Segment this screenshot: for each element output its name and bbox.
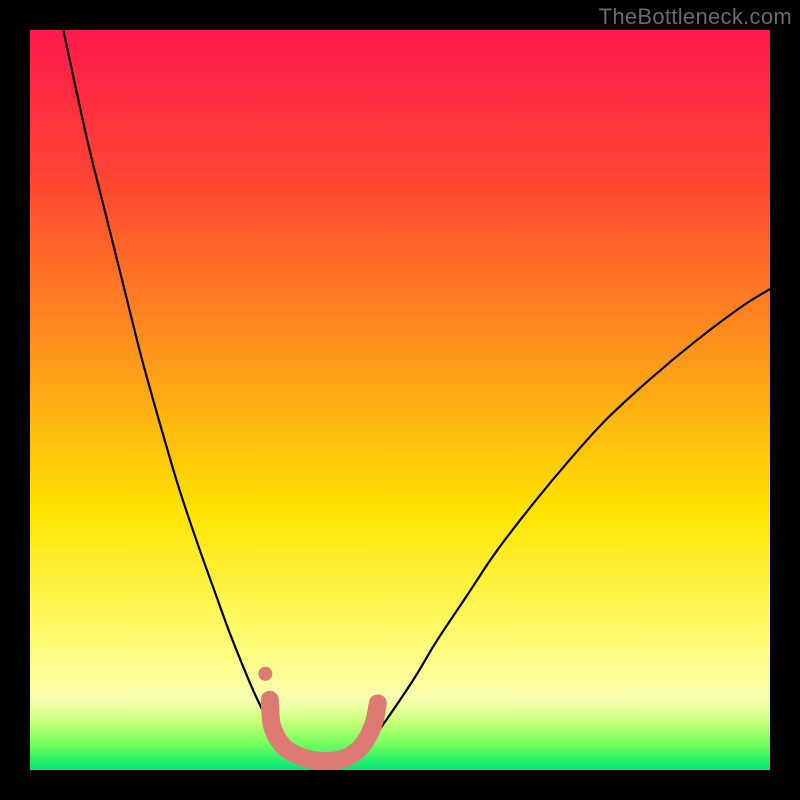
marker-dot bbox=[258, 667, 272, 681]
marker-layer bbox=[258, 667, 272, 681]
bottleneck-chart bbox=[30, 30, 770, 770]
watermark-text: TheBottleneck.com bbox=[599, 4, 792, 30]
gradient-background bbox=[30, 30, 770, 770]
chart-frame bbox=[30, 30, 770, 770]
